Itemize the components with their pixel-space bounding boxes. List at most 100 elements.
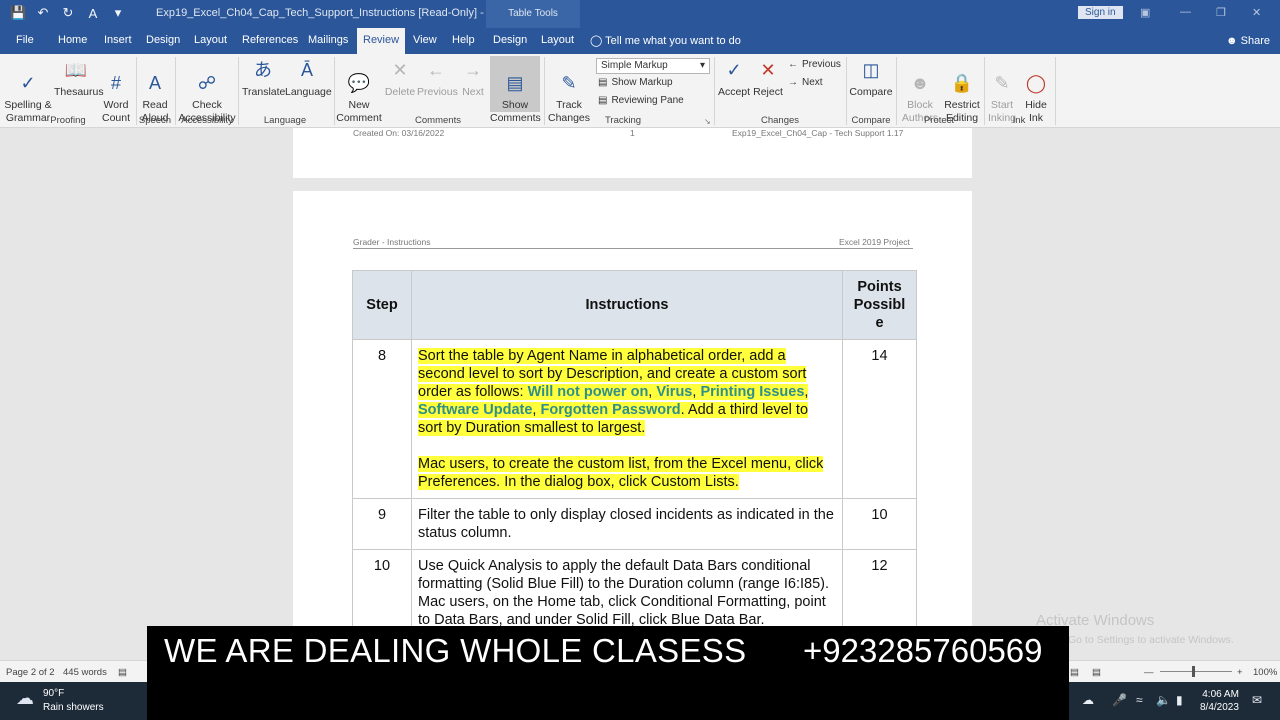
step-number: 10 bbox=[352, 549, 412, 637]
instruction-cell[interactable]: Sort the table by Agent Name in alphabet… bbox=[411, 339, 843, 499]
zoom-slider[interactable] bbox=[1160, 671, 1232, 672]
track-changes-label: Track Changes bbox=[547, 99, 591, 124]
step-number: 9 bbox=[352, 498, 412, 550]
word-count-button[interactable]: # Word Count bbox=[100, 58, 132, 125]
show-markup-label: Show Markup bbox=[611, 77, 673, 88]
tell-me-search[interactable]: ◯ Tell me what you want to do bbox=[590, 34, 741, 47]
compare-button[interactable]: ◫ Compare bbox=[849, 58, 893, 99]
zoom-in-icon[interactable]: + bbox=[1237, 667, 1243, 678]
translate-label: Translate bbox=[242, 86, 286, 98]
tab-table-layout[interactable]: Layout bbox=[541, 34, 574, 46]
spelling-check-icon: ✓ bbox=[20, 73, 36, 93]
sort-keyword: Forgotten Password bbox=[540, 402, 681, 418]
language-icon: Ā bbox=[300, 60, 313, 80]
restore-icon[interactable]: ❐ bbox=[1216, 6, 1226, 19]
accept-button[interactable]: ✓ Accept bbox=[716, 58, 752, 99]
instructions-column-header: Instructions bbox=[411, 270, 843, 340]
header-grader-instructions: Grader - Instructions bbox=[353, 237, 431, 247]
battery-icon[interactable]: ▮ bbox=[1176, 693, 1183, 707]
reviewing-pane-button[interactable]: ▤ Reviewing Pane bbox=[598, 95, 684, 106]
show-comments-button[interactable]: ▤ Show Comments bbox=[490, 56, 541, 124]
sort-keyword: Software Update bbox=[418, 402, 533, 418]
share-label: Share bbox=[1240, 35, 1270, 47]
markup-display-select[interactable]: Simple Markup ▾ bbox=[596, 58, 710, 74]
review-ribbon: ✓ Spelling & Grammar 📖 Thesaurus # Word Cou… bbox=[0, 54, 1280, 128]
reject-button[interactable]: ✕ Reject bbox=[752, 58, 784, 99]
show-markup-button[interactable]: ▤ Show Markup bbox=[598, 77, 673, 88]
table-row: 10 Use Quick Analysis to apply the defau… bbox=[352, 549, 917, 637]
microphone-icon[interactable]: 🎤 bbox=[1112, 693, 1127, 707]
cloud-icon[interactable]: ☁ bbox=[1082, 693, 1094, 707]
activate-windows-subtitle: Go to Settings to activate Windows. bbox=[1068, 634, 1234, 646]
book-icon: 📖 bbox=[64, 60, 88, 80]
zoom-out-icon[interactable]: — bbox=[1144, 667, 1154, 678]
undo-icon[interactable]: ↶ bbox=[35, 5, 51, 21]
weather-temperature[interactable]: 90°F bbox=[43, 688, 64, 699]
minimize-icon[interactable]: — bbox=[1180, 6, 1191, 18]
new-comment-button[interactable]: 💬 New Comment bbox=[336, 58, 382, 125]
previous-comment-button[interactable]: ← Previous bbox=[417, 58, 458, 99]
next-comment-button[interactable]: → Next bbox=[458, 58, 488, 99]
instruction-cell[interactable]: Use Quick Analysis to apply the default … bbox=[411, 549, 843, 637]
next-change-button[interactable]: → Next bbox=[788, 77, 823, 88]
share-button[interactable]: ☻ Share bbox=[1226, 35, 1270, 47]
redo-icon[interactable]: ↻ bbox=[60, 5, 76, 21]
rain-cloud-icon[interactable]: ☁ bbox=[16, 688, 34, 709]
group-divider bbox=[136, 57, 137, 125]
new-comment-label: New Comment bbox=[336, 99, 382, 124]
document-page-2[interactable]: Grader - Instructions Excel 2019 Project… bbox=[293, 191, 972, 681]
format-painter-icon[interactable]: A bbox=[85, 6, 101, 21]
notification-icon[interactable]: ✉ bbox=[1252, 693, 1262, 707]
show-markup-icon: ▤ bbox=[598, 77, 608, 88]
tab-file[interactable]: File bbox=[16, 34, 34, 46]
points-value: 14 bbox=[842, 339, 917, 499]
instruction-cell[interactable]: Filter the table to only display closed … bbox=[411, 498, 843, 550]
tab-mailings[interactable]: Mailings bbox=[308, 34, 348, 46]
web-layout-icon[interactable]: ▤ bbox=[1092, 667, 1101, 678]
wifi-icon[interactable]: ≈ bbox=[1136, 693, 1143, 707]
group-label-accessibility: Accessibility bbox=[181, 115, 233, 126]
customize-qat-icon[interactable]: ▾ bbox=[110, 5, 126, 21]
previous-change-button[interactable]: ← Previous bbox=[788, 59, 841, 70]
weather-description[interactable]: Rain showers bbox=[43, 702, 104, 713]
page-count[interactable]: Page 2 of 2 bbox=[6, 667, 55, 678]
delete-comment-button[interactable]: ✕ Delete bbox=[384, 58, 416, 99]
tab-view[interactable]: View bbox=[413, 34, 437, 46]
banner-phone: +923285760569 bbox=[803, 632, 1043, 669]
zoom-slider-thumb[interactable] bbox=[1192, 666, 1195, 677]
step-column-header: Step bbox=[352, 270, 412, 340]
tab-home[interactable]: Home bbox=[58, 34, 87, 46]
zoom-level[interactable]: 100% bbox=[1253, 667, 1277, 678]
group-divider bbox=[1055, 57, 1056, 125]
group-divider bbox=[846, 57, 847, 125]
tab-layout[interactable]: Layout bbox=[194, 34, 227, 46]
translate-button[interactable]: あ Translate bbox=[242, 58, 286, 99]
tab-references[interactable]: References bbox=[242, 34, 298, 46]
instructions-table[interactable]: Step Instructions Points Possibl e 8 Sor… bbox=[352, 270, 917, 637]
tab-insert[interactable]: Insert bbox=[104, 34, 132, 46]
print-layout-icon[interactable]: ▤ bbox=[1070, 667, 1079, 678]
sign-in-button[interactable]: Sign in bbox=[1078, 6, 1123, 19]
ribbon-display-icon[interactable]: ▣ bbox=[1140, 6, 1150, 19]
read-aloud-icon: A bbox=[148, 73, 161, 93]
language-button[interactable]: Ā Language bbox=[285, 58, 332, 99]
thesaurus-button[interactable]: 📖 Thesaurus bbox=[54, 58, 104, 99]
system-clock[interactable]: 4:06 AM 8/4/2023 bbox=[1200, 688, 1239, 714]
track-changes-button[interactable]: ✎ Track Changes bbox=[546, 58, 592, 125]
tab-help[interactable]: Help bbox=[452, 34, 475, 46]
group-label-proofing: Proofing bbox=[50, 115, 86, 126]
tab-design[interactable]: Design bbox=[146, 34, 180, 46]
delete-label: Delete bbox=[384, 86, 416, 98]
close-icon[interactable]: ✕ bbox=[1252, 6, 1261, 19]
tell-me-label: Tell me what you want to do bbox=[605, 35, 741, 47]
proofing-status-icon[interactable]: ▤ bbox=[118, 667, 127, 678]
dialog-launcher-icon[interactable]: ↘ bbox=[704, 117, 711, 126]
footer-file-name: Exp19_Excel_Ch04_Cap - Tech Support 1.17 bbox=[732, 128, 904, 138]
compare-icon: ◫ bbox=[862, 60, 880, 80]
speaker-icon[interactable]: 🔈 bbox=[1156, 693, 1171, 707]
tab-table-design[interactable]: Design bbox=[493, 34, 527, 46]
save-icon[interactable]: 💾 bbox=[10, 5, 26, 21]
tab-review[interactable]: Review bbox=[357, 28, 406, 54]
table-tools-label: Table Tools bbox=[508, 8, 558, 19]
word-count[interactable]: 445 words bbox=[63, 667, 107, 678]
